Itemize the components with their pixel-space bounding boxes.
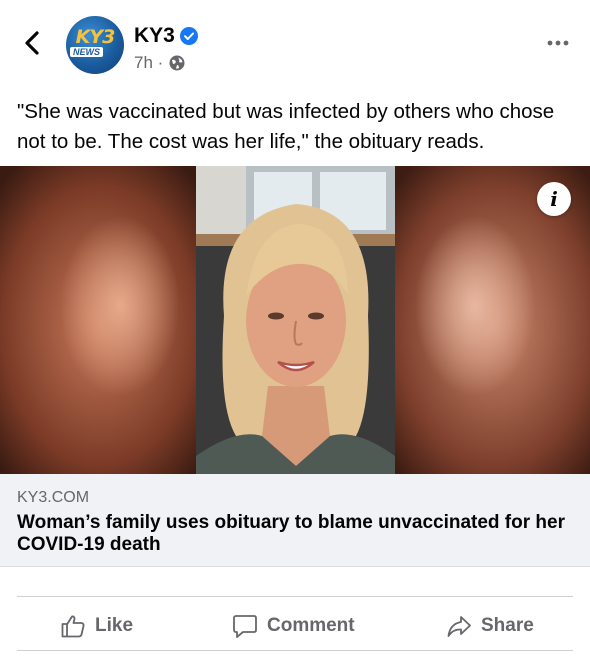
post-image[interactable] [0,166,590,474]
avatar-logo-text: KY3 [75,26,116,48]
bottom-divider [17,650,573,651]
verified-badge-icon [180,27,198,45]
blurred-background-left [0,166,196,474]
share-label: Share [481,615,534,636]
portrait-photo [196,166,395,474]
link-preview[interactable]: KY3.COM Woman’s family uses obituary to … [0,474,590,567]
thumbs-up-icon [61,615,85,638]
comment-button[interactable]: Comment [232,606,355,646]
share-button[interactable]: Share [446,606,534,646]
action-bar: Like Comment Share [0,606,590,646]
globe-icon [169,55,185,71]
comment-label: Comment [267,615,355,636]
link-title: Woman’s family uses obituary to blame un… [17,512,565,555]
like-label: Like [95,615,134,636]
comment-icon [233,615,257,638]
page-name[interactable]: KY3 [134,24,175,48]
avatar-logo-subtext: NEWS [70,47,103,57]
page-avatar[interactable]: KY3 NEWS [66,16,124,74]
post-timestamp[interactable]: 7h · [134,53,163,73]
back-icon[interactable] [20,30,46,56]
post-caption: "She was vaccinated but was infected by … [17,100,555,153]
like-button[interactable]: Like [60,606,133,646]
post-header: KY3 NEWS KY3 7h · [0,0,590,88]
more-options-icon[interactable] [545,30,571,56]
share-arrow-icon [447,616,471,637]
image-info-button[interactable]: i [537,182,571,216]
link-domain: KY3.COM [17,489,90,506]
divider [17,596,573,597]
